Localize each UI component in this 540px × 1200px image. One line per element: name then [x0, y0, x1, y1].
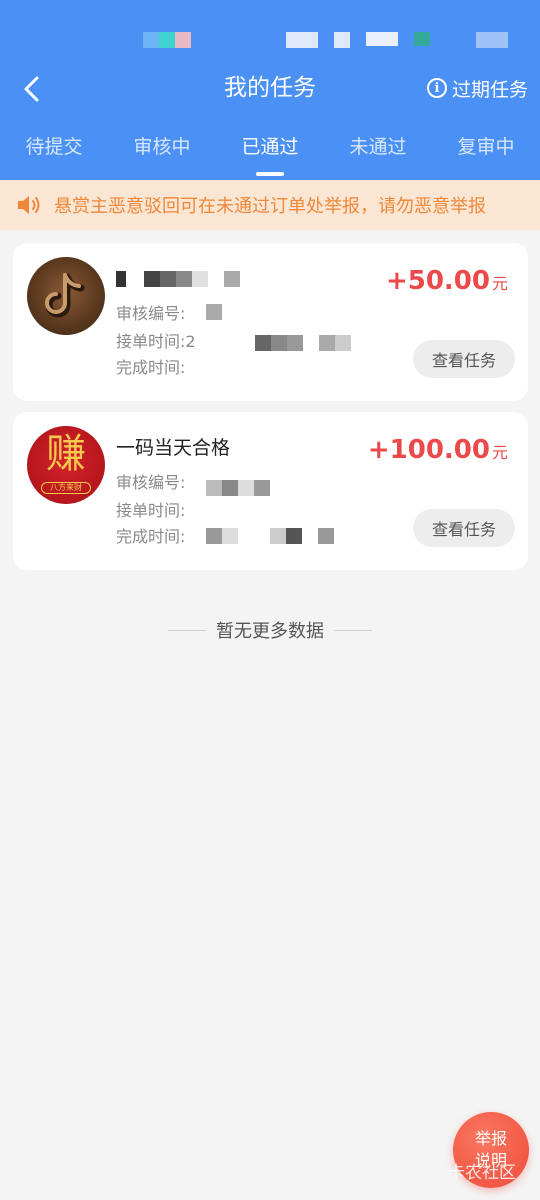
view-task-button[interactable]: 查看任务 [413, 509, 515, 547]
reward-unit: 元 [491, 274, 508, 293]
reward-unit: 元 [491, 443, 508, 462]
top-bar: 我的任务 i 过期任务 待提交 审核中 已通过 未通过 复审中 [0, 0, 540, 180]
expired-tasks-label: 过期任务 [451, 78, 528, 101]
review-number-label: 审核编号: [116, 304, 186, 323]
task-card[interactable]: +50.00 元 审核编号: 接单时间:2 完成时间: 查看任务 [13, 243, 528, 401]
reward-value: +50.00 [385, 266, 490, 296]
no-more-data-text: 暂无更多数据 [216, 621, 324, 642]
watermark: 卡农社区 [448, 1163, 516, 1183]
status-bar-redacted [143, 32, 191, 48]
divider-right [334, 629, 372, 631]
tiktok-note-icon [45, 273, 85, 318]
notice-text: 悬赏主恶意驳回可在未通过订单处举报，请勿恶意举报 [54, 196, 486, 217]
reward-value: +100.00 [367, 435, 490, 465]
accept-time-key: 接单时间: [116, 332, 186, 351]
report-button-line-1: 举报 [474, 1129, 507, 1148]
reward-amount: +50.00 元 [386, 265, 508, 300]
status-tabs: 待提交 审核中 已通过 未通过 复审中 [0, 128, 540, 180]
finish-time-label: 完成时间: [116, 358, 186, 377]
notice-banner: 悬赏主恶意驳回可在未通过订单处举报，请勿恶意举报 [0, 180, 540, 230]
active-tab-indicator [256, 172, 284, 176]
view-task-button[interactable]: 查看任务 [413, 340, 515, 378]
tab-rejected[interactable]: 未通过 [324, 134, 432, 160]
info-icon: i [426, 78, 447, 98]
speaker-icon [18, 196, 40, 214]
avatar-big-char: 赚 [46, 431, 86, 477]
divider-left [168, 629, 206, 631]
finish-time-label: 完成时间: [116, 527, 186, 546]
tab-re-review[interactable]: 复审中 [432, 134, 540, 160]
task-card[interactable]: 赚 八方来财 一码当天合格 +100.00 元 审核编号: 接单时间: 完成时间:… [13, 412, 528, 570]
accept-time-label: 接单时间:2 [116, 330, 196, 354]
tab-under-review[interactable]: 审核中 [108, 134, 216, 160]
status-bar-redacted-2 [286, 32, 508, 48]
end-of-list: 暂无更多数据 [0, 616, 540, 644]
redacted-review-number [206, 304, 222, 320]
redacted-finish-time [206, 528, 334, 544]
tab-approved-label: 已通过 [241, 136, 299, 158]
redacted-title [116, 271, 240, 289]
accept-time-label: 接单时间: [116, 501, 186, 520]
tab-approved[interactable]: 已通过 [216, 134, 324, 176]
avatar-caption: 八方来财 [41, 482, 91, 494]
redacted-accept-time [223, 335, 351, 351]
review-number-label: 审核编号: [116, 473, 186, 492]
nav-row: 我的任务 i 过期任务 [0, 64, 540, 112]
reward-amount: +100.00 元 [368, 434, 508, 469]
tiktok-logo-icon [27, 257, 105, 335]
task-title: 一码当天合格 [116, 437, 231, 459]
expired-tasks-button[interactable]: i 过期任务 [426, 74, 528, 102]
tab-pending-submit[interactable]: 待提交 [0, 134, 108, 160]
accept-time-value: 2 [185, 332, 196, 351]
redacted-review-number [206, 480, 270, 496]
zhuan-logo-icon: 赚 八方来财 [27, 426, 105, 504]
